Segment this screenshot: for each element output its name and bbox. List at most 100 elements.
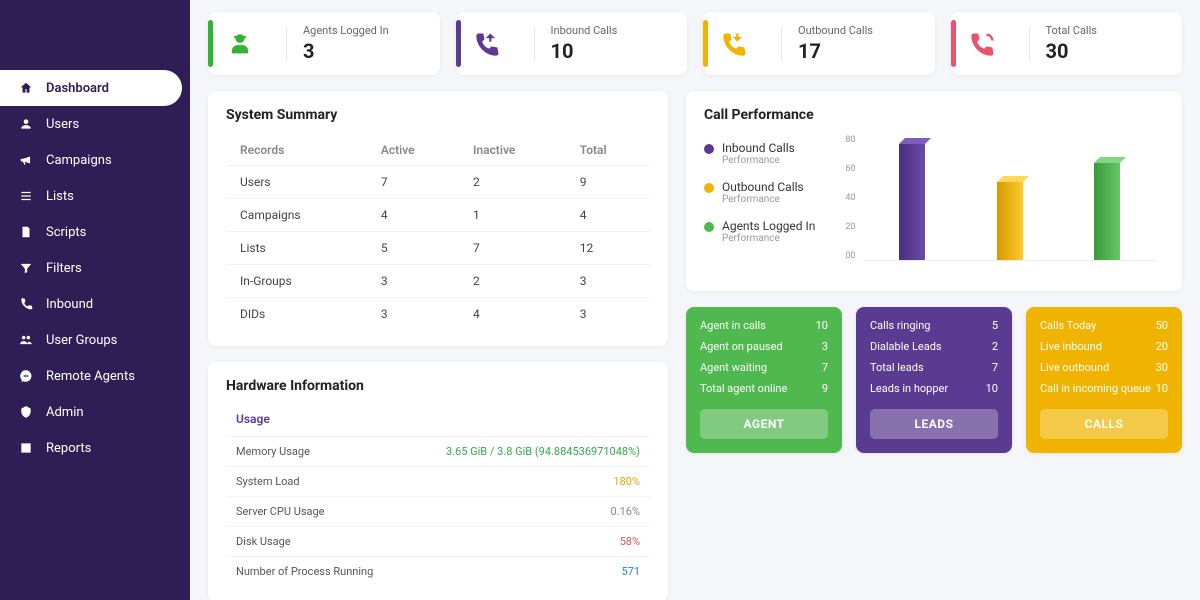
sidebar-item-user-groups[interactable]: User Groups <box>0 322 182 358</box>
sidebar-item-filters[interactable]: Filters <box>0 250 182 286</box>
mini-stat-value: 7 <box>992 361 998 374</box>
table-row: Campaigns 4 1 4 <box>226 199 650 232</box>
calls-button[interactable]: CALLS <box>1040 409 1168 439</box>
hardware-value: 571 <box>621 565 640 578</box>
sidebar-item-inbound[interactable]: Inbound <box>0 286 182 322</box>
mini-stat: Agent waiting 7 <box>700 361 828 374</box>
system-summary-table: Records Active Inactive Total Users 7 2 … <box>226 135 650 330</box>
remote-icon <box>18 368 34 384</box>
chart-bar <box>1094 163 1120 260</box>
kpi-agents-logged-in: Agents Logged In 3 <box>208 12 440 75</box>
sidebar-item-users[interactable]: Users <box>0 106 182 142</box>
mini-stat-value: 5 <box>992 319 998 332</box>
home-icon <box>18 80 34 96</box>
sidebar-item-campaigns[interactable]: Campaigns <box>0 142 182 178</box>
sidebar-item-admin[interactable]: Admin <box>0 394 182 430</box>
hardware-label: Number of Process Running <box>236 565 373 578</box>
sidebar-item-lists[interactable]: Lists <box>0 178 182 214</box>
legend-label: Outbound Calls <box>722 180 804 194</box>
legend-dot-icon <box>704 183 714 193</box>
row-active: 4 <box>371 199 463 232</box>
table-row: In-Groups 3 2 3 <box>226 265 650 298</box>
phone-out-icon <box>717 26 753 62</box>
col-records: Records <box>226 135 371 166</box>
mini-stat: Calls Today 50 <box>1040 319 1168 332</box>
sidebar-item-label: Campaigns <box>46 153 112 168</box>
row-total: 3 <box>570 265 650 298</box>
kpi-label: Inbound Calls <box>551 24 618 37</box>
mini-stat: Dialable Leads 2 <box>870 340 998 353</box>
hardware-info-title: Hardware Information <box>226 378 650 394</box>
mini-stat-value: 30 <box>1156 361 1168 374</box>
legend-sub: Performance <box>722 194 804 205</box>
mini-stat-label: Agent on paused <box>700 340 783 353</box>
sidebar-item-label: Filters <box>46 261 82 276</box>
mini-stat-label: Call in incoming queue <box>1040 382 1151 395</box>
y-tick: 20 <box>835 222 855 232</box>
mini-stat-label: Total agent online <box>700 382 787 395</box>
table-row: Lists 5 7 12 <box>226 232 650 265</box>
row-active: 7 <box>371 166 463 199</box>
hardware-label: System Load <box>236 475 300 488</box>
legend-item: Outbound Calls Performance <box>704 180 815 205</box>
mini-card-agent: Agent in calls 10 Agent on paused 3 Agen… <box>686 307 842 453</box>
mini-stat-value: 20 <box>1156 340 1168 353</box>
sidebar-item-label: Lists <box>46 189 74 204</box>
mini-stat: Agent in calls 10 <box>700 319 828 332</box>
mini-stat: Leads in hopper 10 <box>870 382 998 395</box>
mini-stat: Total leads 7 <box>870 361 998 374</box>
legend-label: Inbound Calls <box>722 141 795 155</box>
row-inactive: 2 <box>463 166 570 199</box>
mini-stat-label: Calls ringing <box>870 319 930 332</box>
phone-icon <box>18 296 34 312</box>
legend-sub: Performance <box>722 233 815 244</box>
sidebar-item-dashboard[interactable]: Dashboard <box>0 70 182 106</box>
system-summary-title: System Summary <box>226 107 650 123</box>
mini-stat-value: 7 <box>822 361 828 374</box>
hardware-value: 180% <box>613 475 640 488</box>
kpi-value: 3 <box>303 39 389 63</box>
mini-stat: Agent on paused 3 <box>700 340 828 353</box>
row-total: 4 <box>570 199 650 232</box>
kpi-inbound-calls: Inbound Calls 10 <box>456 12 688 75</box>
hardware-row: Number of Process Running 571 <box>226 556 650 586</box>
sidebar-item-label: Remote Agents <box>46 369 135 384</box>
row-name: Campaigns <box>226 199 371 232</box>
mini-stat: Total agent online 9 <box>700 382 828 395</box>
call-performance-card: Call Performance Inbound Calls Performan… <box>686 91 1182 291</box>
hardware-label: Disk Usage <box>236 535 291 548</box>
system-summary-card: System Summary Records Active Inactive T… <box>208 91 668 346</box>
kpi-outbound-calls: Outbound Calls 17 <box>703 12 935 75</box>
leads-button[interactable]: LEADS <box>870 409 998 439</box>
sidebar-item-scripts[interactable]: Scripts <box>0 214 182 250</box>
legend-dot-icon <box>704 222 714 232</box>
mini-stat: Live outbound 30 <box>1040 361 1168 374</box>
hardware-value: 0.16% <box>610 505 640 518</box>
row-active: 3 <box>371 265 463 298</box>
agent-button[interactable]: AGENT <box>700 409 828 439</box>
table-row: DIDs 3 4 3 <box>226 298 650 331</box>
hardware-row: Disk Usage 58% <box>226 526 650 556</box>
hardware-label: Server CPU Usage <box>236 505 325 518</box>
legend-item: Agents Logged In Performance <box>704 219 815 244</box>
phone-ring-icon <box>965 26 1001 62</box>
sidebar-item-reports[interactable]: Reports <box>0 430 182 466</box>
sidebar-item-label: Admin <box>46 405 84 420</box>
mini-stat-value: 10 <box>1156 382 1168 395</box>
mini-stat-label: Agent waiting <box>700 361 767 374</box>
legend-sub: Performance <box>722 155 795 166</box>
mini-stat-label: Dialable Leads <box>870 340 942 353</box>
mini-stat: Live inbound 20 <box>1040 340 1168 353</box>
row-total: 9 <box>570 166 650 199</box>
sidebar-item-remote-agents[interactable]: Remote Agents <box>0 358 182 394</box>
chart-bar <box>997 182 1023 260</box>
row-active: 3 <box>371 298 463 331</box>
mini-stat-value: 2 <box>992 340 998 353</box>
sidebar-item-label: Reports <box>46 441 91 456</box>
users-group-icon <box>18 332 34 348</box>
report-icon <box>18 440 34 456</box>
script-icon <box>18 224 34 240</box>
col-active: Active <box>371 135 463 166</box>
hardware-row: Memory Usage 3.65 GiB / 3.8 GiB (94.8845… <box>226 436 650 466</box>
chart-bar <box>899 144 925 260</box>
